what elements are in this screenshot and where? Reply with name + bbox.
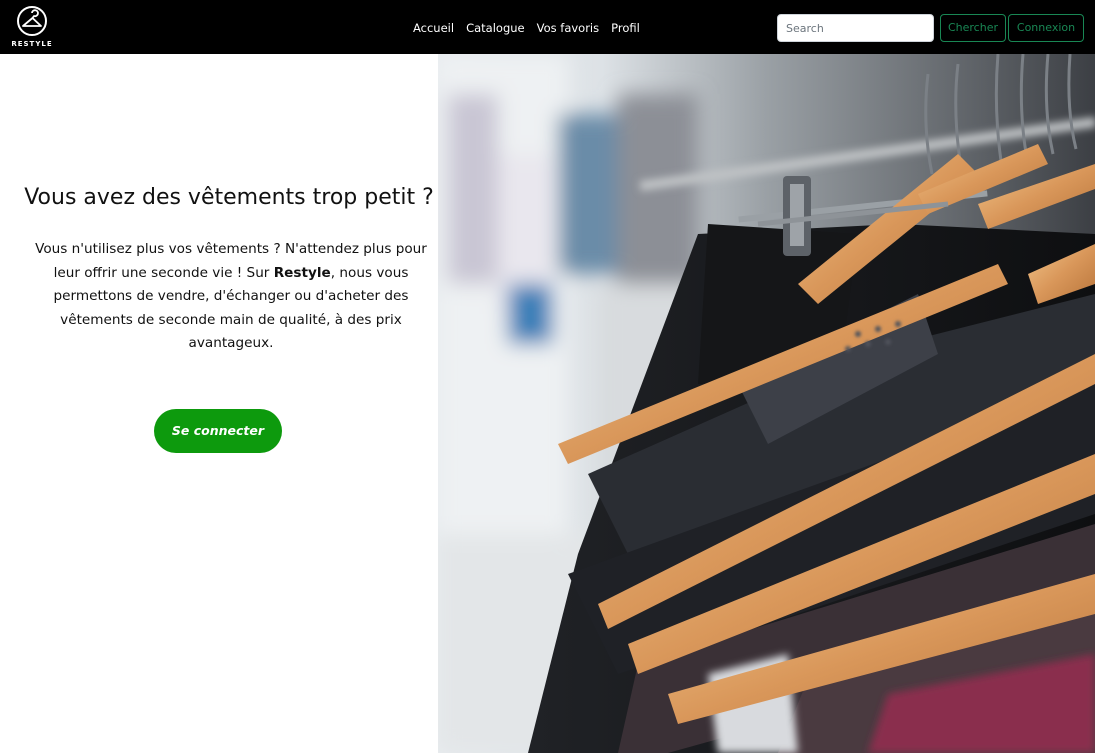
hero-text-panel bbox=[0, 54, 438, 753]
brand-mention: Restyle bbox=[273, 264, 331, 281]
nav-link-profil[interactable]: Profil bbox=[611, 20, 640, 36]
hero-description: Vous n'utilisez plus vos vêtements ? N'a… bbox=[26, 238, 436, 356]
navbar: RESTYLE Accueil Catalogue Vos favoris Pr… bbox=[0, 0, 1095, 54]
nav-link-favoris[interactable]: Vos favoris bbox=[537, 20, 600, 36]
clothes-rack-image bbox=[438, 54, 1095, 753]
hero-title: Vous avez des vêtements trop petit ? bbox=[24, 185, 434, 210]
nav-link-accueil[interactable]: Accueil bbox=[413, 20, 454, 36]
nav-link-catalogue[interactable]: Catalogue bbox=[466, 20, 525, 36]
hero-photo-clothes-rack bbox=[438, 54, 1095, 753]
brand-logo[interactable]: RESTYLE bbox=[8, 4, 56, 50]
main-nav: Accueil Catalogue Vos favoris Profil bbox=[413, 20, 640, 36]
search-input[interactable] bbox=[777, 14, 934, 42]
hanger-logo-icon bbox=[17, 6, 47, 36]
login-button[interactable]: Connexion bbox=[1008, 14, 1084, 42]
search-button[interactable]: Chercher bbox=[940, 14, 1006, 42]
brand-name: RESTYLE bbox=[11, 40, 53, 48]
connect-button[interactable]: Se connecter bbox=[154, 409, 282, 453]
